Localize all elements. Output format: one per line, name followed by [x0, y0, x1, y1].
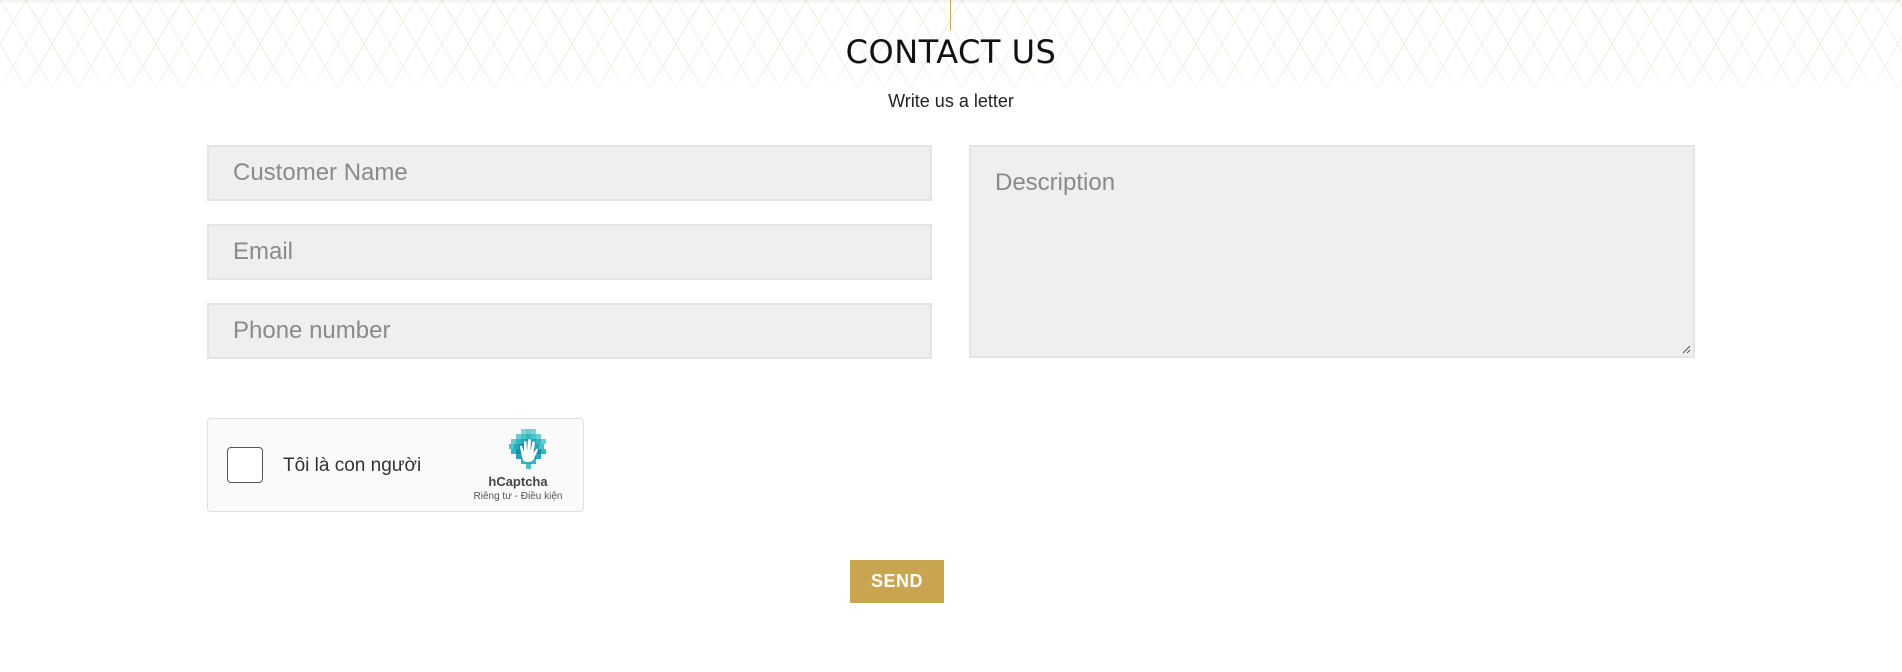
- description-field[interactable]: [969, 145, 1695, 358]
- email-field[interactable]: [207, 224, 932, 280]
- resize-handle-icon[interactable]: [1681, 344, 1691, 354]
- phone-input[interactable]: [233, 317, 930, 345]
- email-input[interactable]: [233, 238, 930, 266]
- accent-divider-line: [950, 0, 951, 30]
- captcha-label: Tôi là con người: [283, 455, 422, 476]
- description-textarea[interactable]: [995, 169, 1693, 356]
- hcaptcha-privacy-terms-links[interactable]: Riêng tư - Điều kiện: [458, 491, 578, 502]
- send-button[interactable]: SEND: [850, 560, 944, 603]
- contact-page: CONTACT US Write us a letter Tôi là con …: [0, 0, 1902, 672]
- page-title: CONTACT US: [845, 33, 1057, 71]
- phone-field[interactable]: [207, 303, 932, 359]
- top-shadow: [0, 0, 1902, 4]
- hcaptcha-logo-icon: [509, 429, 546, 469]
- hcaptcha-brand: hCaptcha: [488, 474, 548, 489]
- customer-name-input[interactable]: [233, 159, 930, 187]
- page-subtitle: Write us a letter: [888, 91, 1014, 111]
- hcaptcha-widget: Tôi là con người hCaptcha Riêng tư - Điề…: [207, 418, 584, 512]
- captcha-checkbox[interactable]: [227, 447, 263, 483]
- customer-name-field[interactable]: [207, 145, 932, 201]
